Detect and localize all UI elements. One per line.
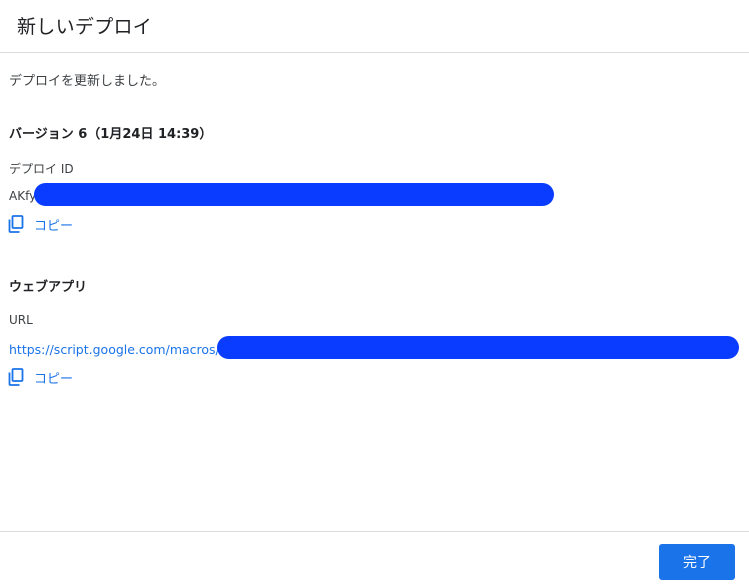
version-heading: バージョン 6（1月24日 14:39） xyxy=(9,127,213,142)
copy-deployment-id-button[interactable]: コピー xyxy=(8,213,73,235)
done-button[interactable]: 完了 xyxy=(659,544,735,580)
copy-url-label: コピー xyxy=(34,371,74,387)
dialog-footer: 完了 xyxy=(0,531,749,586)
deployment-id-redaction xyxy=(34,183,554,206)
dialog-header: 新しいデプロイ xyxy=(0,0,749,53)
web-app-url-redaction xyxy=(217,336,739,359)
deployment-id-value: AKfy xyxy=(9,189,37,203)
copy-icon xyxy=(8,215,24,233)
deployment-id-label: デプロイ ID xyxy=(9,162,74,176)
copy-deployment-id-label: コピー xyxy=(34,218,74,234)
status-message: デプロイを更新しました。 xyxy=(9,74,166,89)
dialog-title: 新しいデプロイ xyxy=(17,16,153,38)
copy-url-button[interactable]: コピー xyxy=(8,366,73,388)
copy-icon xyxy=(8,368,24,386)
new-deployment-dialog: 新しいデプロイ デプロイを更新しました。 バージョン 6（1月24日 14:39… xyxy=(0,0,749,586)
web-app-url-link[interactable]: https://script.google.com/macros/s xyxy=(9,342,226,357)
url-label: URL xyxy=(9,313,33,327)
web-app-heading: ウェブアプリ xyxy=(9,280,88,295)
